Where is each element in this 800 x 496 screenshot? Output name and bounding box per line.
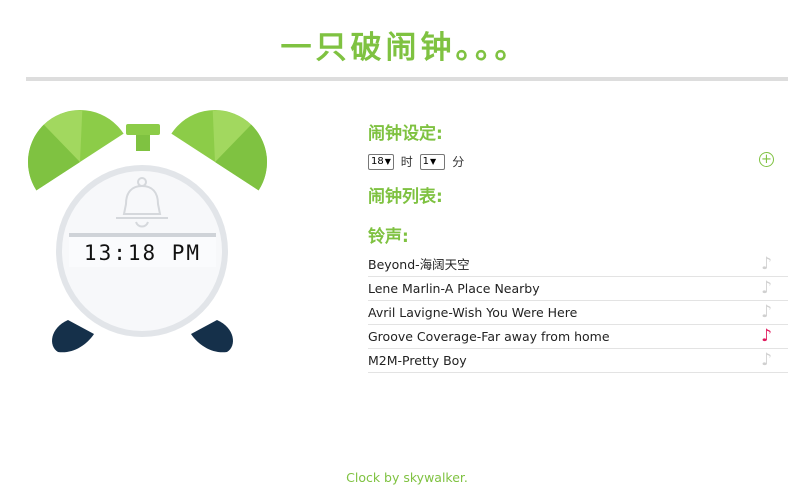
- music-note-icon[interactable]: ♪: [761, 325, 772, 348]
- plus-circle-icon: +: [761, 152, 772, 167]
- chevron-down-icon: ▼: [429, 156, 437, 166]
- ringtone-item-selected[interactable]: Groove Coverage-Far away from home ♪: [368, 325, 788, 349]
- ringtone-label: Beyond-海阔天空: [368, 257, 470, 272]
- music-note-icon[interactable]: ♪: [761, 253, 772, 276]
- clock-time: 13:18 PM: [83, 241, 202, 265]
- ringtone-item[interactable]: M2M-Pretty Boy ♪: [368, 349, 788, 373]
- ringtone-label: Groove Coverage-Far away from home: [368, 329, 610, 344]
- left-foot-icon: [52, 320, 94, 353]
- alarm-list-heading: 闹钟列表:: [368, 187, 443, 207]
- minute-unit-label: 分: [452, 154, 465, 169]
- ringtone-item[interactable]: Avril Lavigne-Wish You Were Here ♪: [368, 301, 788, 325]
- ringtone-label: M2M-Pretty Boy: [368, 353, 467, 368]
- hour-value: 18: [371, 155, 384, 167]
- alarm-clock-illustration: 13:18 PM: [20, 110, 280, 360]
- ringtone-item[interactable]: Lene Marlin-A Place Nearby ♪: [368, 277, 788, 301]
- ringtone-label: Lene Marlin-A Place Nearby: [368, 281, 540, 296]
- alarm-settings-heading: 闹钟设定:: [368, 124, 443, 144]
- alarm-setting-row: 18▼ 时 1▼ 分 +: [368, 151, 788, 171]
- hour-unit-label: 时: [400, 154, 413, 169]
- hour-select[interactable]: 18▼: [368, 153, 394, 170]
- minute-select[interactable]: 1▼: [419, 153, 446, 170]
- ringtone-heading: 铃声:: [368, 227, 409, 247]
- ringtone-list: Beyond-海阔天空 ♪ Lene Marlin-A Place Nearby…: [368, 253, 788, 373]
- right-foot-icon: [191, 320, 233, 353]
- music-note-icon[interactable]: ♪: [761, 301, 772, 324]
- minute-value: 1: [422, 155, 429, 167]
- add-alarm-button[interactable]: +: [759, 152, 774, 167]
- music-note-icon[interactable]: ♪: [761, 277, 772, 300]
- footer-credit: Clock by skywalker.: [346, 470, 468, 485]
- knob-icon: [126, 124, 160, 135]
- page-title: 一只破闹钟。。。: [280, 30, 530, 66]
- music-note-icon[interactable]: ♪: [761, 349, 772, 372]
- ringtone-label: Avril Lavigne-Wish You Were Here: [368, 305, 578, 320]
- ringtone-item[interactable]: Beyond-海阔天空 ♪: [368, 253, 788, 277]
- chevron-down-icon: ▼: [384, 156, 391, 166]
- title-divider: [26, 77, 788, 81]
